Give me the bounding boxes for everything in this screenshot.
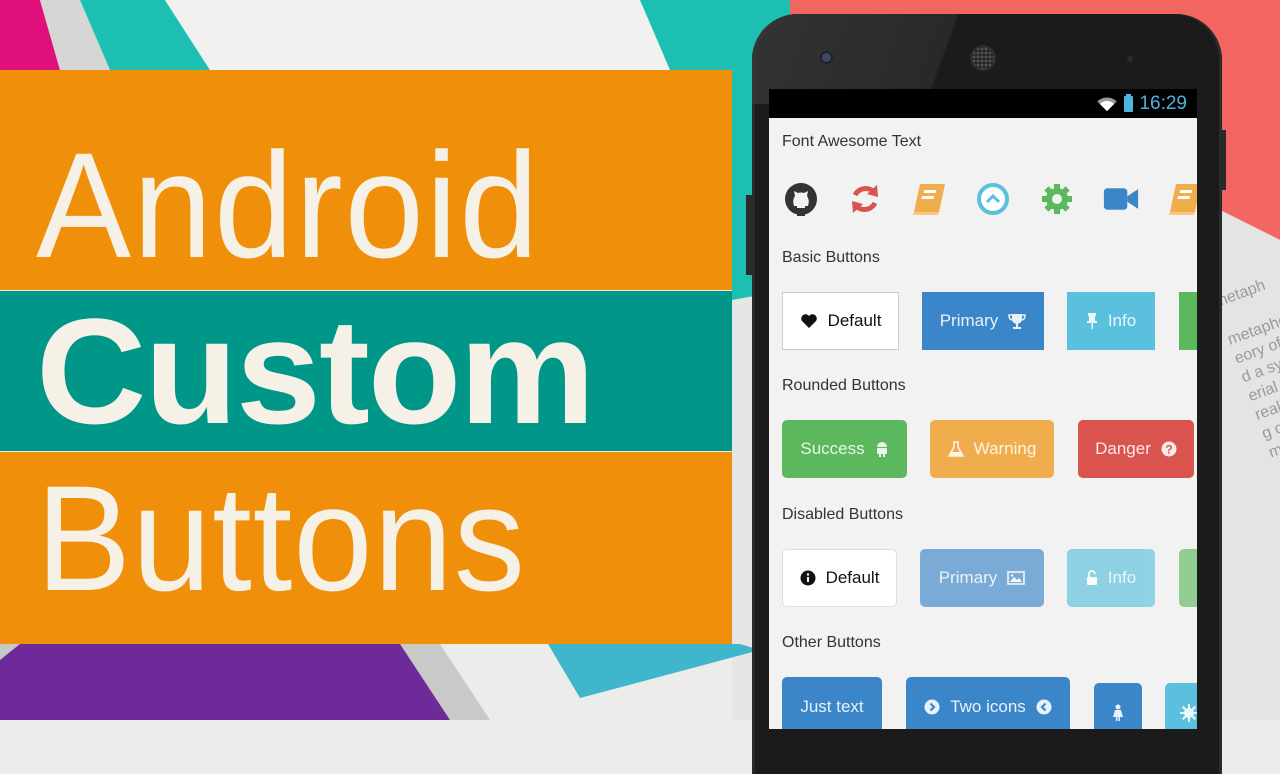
svg-text:?: ? bbox=[1165, 443, 1172, 457]
rounded-warning-button[interactable]: Warning bbox=[930, 420, 1054, 478]
bg-purple-shape bbox=[0, 644, 450, 720]
section-label-other: Other Buttons bbox=[782, 634, 881, 651]
phone-screen: 16:29 Font Awesome Text Basic Buttons De… bbox=[769, 89, 1197, 729]
female-icon bbox=[1112, 704, 1124, 722]
wifi-icon bbox=[1097, 96, 1118, 111]
disabled-success-button[interactable] bbox=[1179, 549, 1197, 607]
basic-default-button[interactable]: Default bbox=[782, 292, 899, 350]
trophy-icon bbox=[1008, 312, 1027, 330]
basic-primary-button[interactable]: Primary bbox=[922, 292, 1044, 350]
title-word-android: Android bbox=[36, 121, 541, 289]
thumb-tack-icon bbox=[1086, 312, 1098, 330]
unlock-icon bbox=[1086, 570, 1098, 586]
chevron-circle-left-icon bbox=[1036, 699, 1052, 715]
heart-icon bbox=[800, 313, 818, 329]
status-bar: 16:29 bbox=[769, 89, 1197, 118]
flask-icon bbox=[947, 441, 964, 457]
basic-info-button[interactable]: Info bbox=[1067, 292, 1155, 350]
picture-icon bbox=[1007, 571, 1026, 585]
status-time: 16:29 bbox=[1139, 92, 1187, 114]
android-icon bbox=[875, 441, 889, 457]
question-circle-icon: ? bbox=[1161, 441, 1177, 457]
disabled-info-button[interactable]: Info bbox=[1067, 549, 1155, 607]
two-icons-button[interactable]: Two icons bbox=[906, 677, 1070, 729]
refresh-icon bbox=[847, 181, 883, 217]
rounded-danger-button[interactable]: Danger ? bbox=[1078, 420, 1194, 478]
title-word-custom: Custom bbox=[36, 287, 595, 455]
female-icon-button[interactable] bbox=[1094, 683, 1142, 729]
proximity-sensor bbox=[1127, 56, 1133, 62]
power-button bbox=[1220, 130, 1226, 190]
rounded-success-button[interactable]: Success bbox=[782, 420, 907, 478]
just-text-button[interactable]: Just text bbox=[782, 677, 882, 729]
disabled-default-button[interactable]: Default bbox=[782, 549, 897, 607]
video-camera-icon bbox=[1103, 181, 1139, 217]
earpiece-speaker bbox=[972, 47, 994, 69]
title-word-buttons: Buttons bbox=[36, 454, 526, 622]
chevron-circle-up-icon bbox=[975, 181, 1011, 217]
sun-icon bbox=[1180, 704, 1197, 722]
volume-button bbox=[746, 195, 752, 275]
section-label-disabled: Disabled Buttons bbox=[782, 506, 903, 523]
basic-success-button[interactable] bbox=[1179, 292, 1197, 350]
book-icon-2 bbox=[1167, 181, 1197, 217]
github-icon bbox=[783, 181, 819, 217]
sun-icon-button[interactable] bbox=[1165, 683, 1197, 729]
disabled-primary-button[interactable]: Primary bbox=[920, 549, 1044, 607]
front-camera bbox=[822, 53, 831, 62]
chevron-circle-right-icon bbox=[924, 699, 940, 715]
section-label-font-awesome: Font Awesome Text bbox=[782, 133, 922, 150]
section-label-basic: Basic Buttons bbox=[782, 249, 880, 266]
info-circle-icon bbox=[800, 570, 816, 586]
cog-icon bbox=[1039, 181, 1075, 217]
bg-white-shape bbox=[165, 0, 670, 70]
battery-icon bbox=[1124, 93, 1134, 112]
book-icon bbox=[911, 181, 947, 217]
section-label-rounded: Rounded Buttons bbox=[782, 377, 906, 394]
